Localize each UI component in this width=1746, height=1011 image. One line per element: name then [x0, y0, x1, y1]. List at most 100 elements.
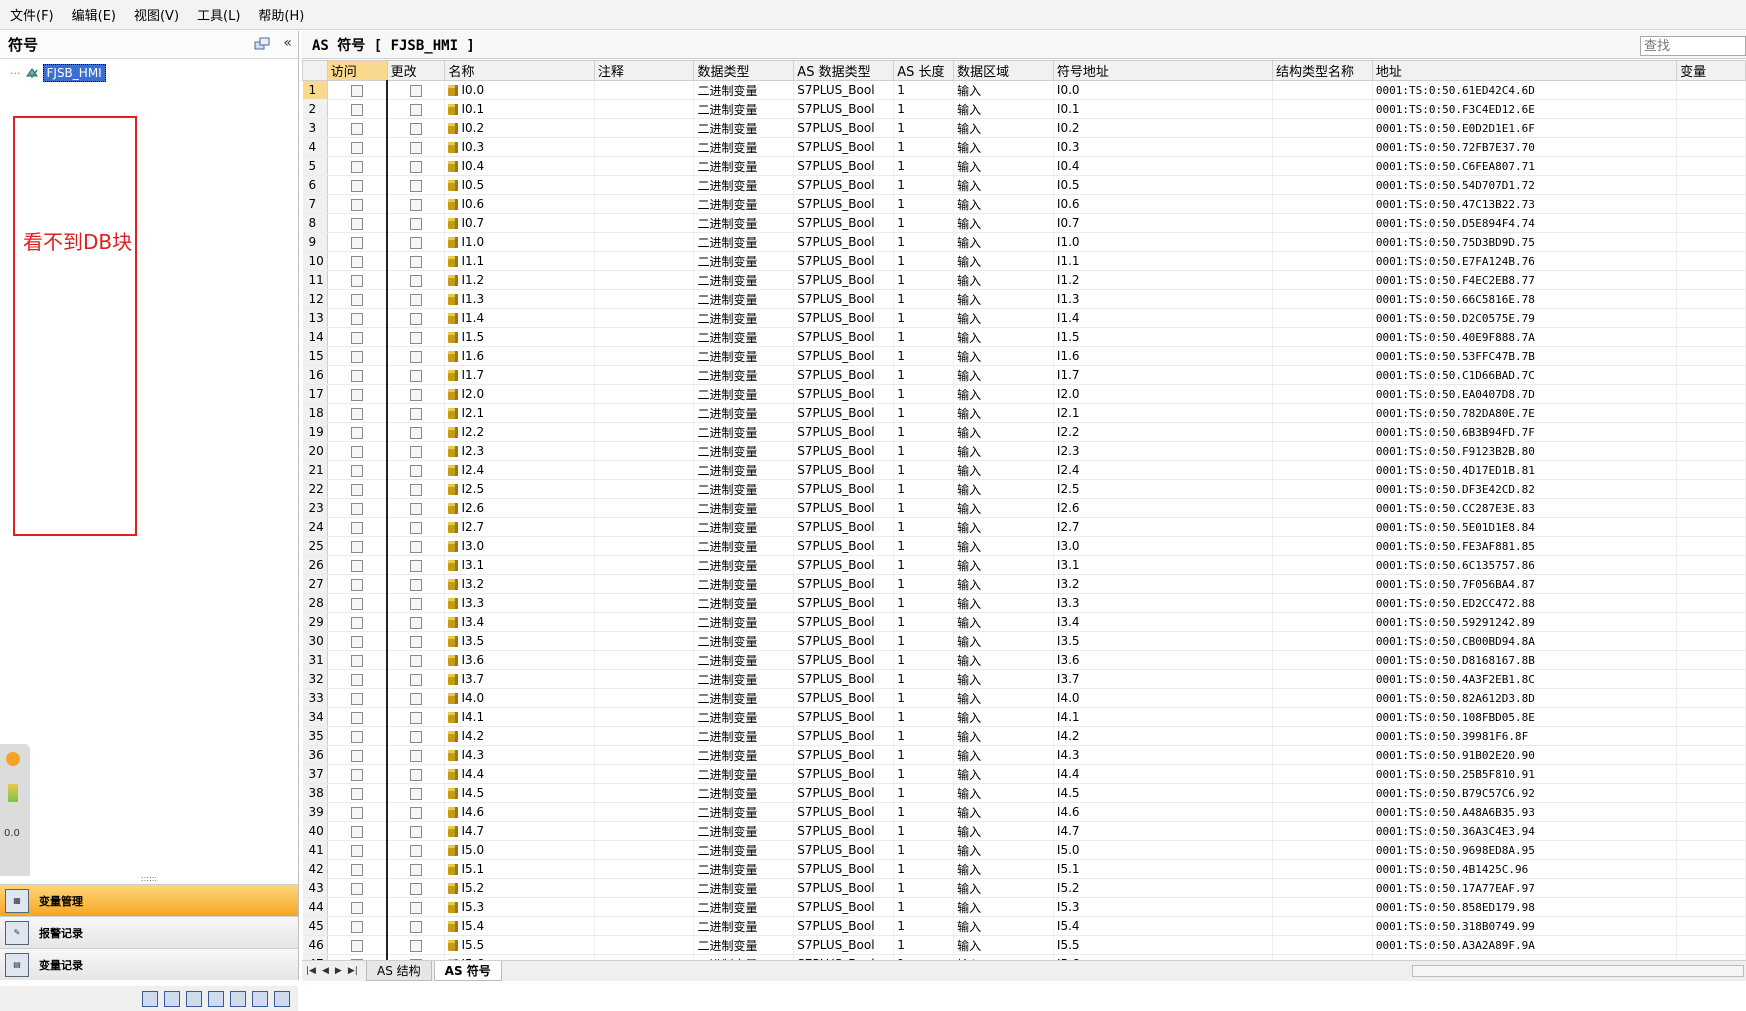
- table-row[interactable]: 39 I4.6 二进制变量 S7PLUS_Bool 1 输入 I4.6 0001:TS:0:5…: [302, 802, 1746, 822]
- tag-cell[interactable]: [1676, 194, 1746, 214]
- name-cell[interactable]: I2.4: [444, 460, 595, 480]
- table-row[interactable]: 4 I0.3 二进制变量 S7PLUS_Bool 1 输入 I0.3 0001:TS:0:50…: [302, 137, 1746, 157]
- symbol-address-cell[interactable]: I4.6: [1053, 802, 1274, 822]
- data-area-cell[interactable]: 输入: [953, 80, 1054, 100]
- tag-cell[interactable]: [1676, 555, 1746, 575]
- comment-cell[interactable]: [594, 270, 695, 290]
- address-cell[interactable]: 0001:TS:0:50.6B3B94FD.7F: [1372, 422, 1678, 442]
- change-cell[interactable]: [387, 441, 446, 461]
- change-cell[interactable]: [387, 365, 446, 385]
- change-cell[interactable]: [387, 764, 446, 784]
- data-area-cell[interactable]: 输入: [953, 308, 1054, 328]
- address-cell[interactable]: 0001:TS:0:50.82A612D3.8D: [1372, 688, 1678, 708]
- access-cell[interactable]: [327, 783, 389, 803]
- data-type-cell[interactable]: 二进制变量: [693, 707, 795, 727]
- symbol-address-cell[interactable]: I3.4: [1053, 612, 1274, 632]
- change-checkbox[interactable]: [410, 844, 423, 857]
- data-type-cell[interactable]: 二进制变量: [693, 840, 795, 860]
- access-checkbox[interactable]: [350, 844, 363, 857]
- symbol-address-cell[interactable]: I0.2: [1053, 118, 1274, 138]
- as-data-type-cell[interactable]: S7PLUS_Bool: [793, 707, 895, 727]
- access-checkbox[interactable]: [350, 160, 363, 173]
- address-cell[interactable]: 0001:TS:0:50.59291242.89: [1372, 612, 1678, 632]
- as-data-type-cell[interactable]: S7PLUS_Bool: [793, 118, 895, 138]
- address-cell[interactable]: 0001:TS:0:50.ED2CC472.88: [1372, 593, 1678, 613]
- name-cell[interactable]: I5.1: [444, 859, 595, 879]
- access-cell[interactable]: [327, 555, 389, 575]
- data-area-cell[interactable]: 输入: [953, 707, 1054, 727]
- tag-cell[interactable]: [1676, 403, 1746, 423]
- as-length-cell[interactable]: 1: [893, 365, 955, 385]
- name-cell[interactable]: I5.5: [444, 935, 595, 955]
- data-type-cell[interactable]: 二进制变量: [693, 137, 795, 157]
- struct-type-cell[interactable]: [1272, 232, 1373, 252]
- row-number[interactable]: 39: [302, 802, 328, 822]
- change-cell[interactable]: [387, 175, 446, 195]
- tag-cell[interactable]: [1676, 365, 1746, 385]
- access-cell[interactable]: [327, 612, 389, 632]
- name-cell[interactable]: I3.0: [444, 536, 595, 556]
- name-cell[interactable]: I0.1: [444, 99, 595, 119]
- row-number[interactable]: 6: [302, 175, 328, 195]
- tag-cell[interactable]: [1676, 517, 1746, 537]
- change-cell[interactable]: [387, 232, 446, 252]
- as-data-type-cell[interactable]: S7PLUS_Bool: [793, 840, 895, 860]
- table-row[interactable]: 18 I2.1 二进制变量 S7PLUS_Bool 1 输入 I2.1 0001:TS:0:5…: [302, 403, 1746, 423]
- access-cell[interactable]: [327, 403, 389, 423]
- data-area-cell[interactable]: 输入: [953, 669, 1054, 689]
- data-area-cell[interactable]: 输入: [953, 327, 1054, 347]
- row-number[interactable]: 16: [302, 365, 328, 385]
- address-cell[interactable]: 0001:TS:0:50.4B1425C.96: [1372, 859, 1678, 879]
- as-length-cell[interactable]: 1: [893, 878, 955, 898]
- tag-cell[interactable]: [1676, 707, 1746, 727]
- access-checkbox[interactable]: [350, 312, 363, 325]
- data-area-cell[interactable]: 输入: [953, 574, 1054, 594]
- change-checkbox[interactable]: [410, 787, 423, 800]
- data-type-cell[interactable]: 二进制变量: [693, 308, 795, 328]
- comment-cell[interactable]: [594, 897, 695, 917]
- row-number[interactable]: 14: [302, 327, 328, 347]
- symbol-address-cell[interactable]: I0.3: [1053, 137, 1274, 157]
- struct-type-cell[interactable]: [1272, 384, 1373, 404]
- tag-cell[interactable]: [1676, 479, 1746, 499]
- as-length-cell[interactable]: 1: [893, 593, 955, 613]
- change-checkbox[interactable]: [410, 103, 423, 116]
- symbol-address-cell[interactable]: I2.6: [1053, 498, 1274, 518]
- struct-type-cell[interactable]: [1272, 688, 1373, 708]
- menu-view[interactable]: 视图(V): [130, 3, 183, 26]
- symbol-address-cell[interactable]: I5.3: [1053, 897, 1274, 917]
- name-cell[interactable]: I5.2: [444, 878, 595, 898]
- symbol-address-cell[interactable]: I1.5: [1053, 327, 1274, 347]
- data-type-cell[interactable]: 二进制变量: [693, 479, 795, 499]
- tag-cell[interactable]: [1676, 460, 1746, 480]
- change-checkbox[interactable]: [410, 825, 423, 838]
- name-cell[interactable]: I1.3: [444, 289, 595, 309]
- address-cell[interactable]: 0001:TS:0:50.F3C4ED12.6E: [1372, 99, 1678, 119]
- struct-type-cell[interactable]: [1272, 99, 1373, 119]
- symbol-address-cell[interactable]: I4.3: [1053, 745, 1274, 765]
- access-checkbox[interactable]: [350, 464, 363, 477]
- struct-type-cell[interactable]: [1272, 802, 1373, 822]
- as-length-cell[interactable]: 1: [893, 783, 955, 803]
- access-checkbox[interactable]: [350, 787, 363, 800]
- as-data-type-cell[interactable]: S7PLUS_Bool: [793, 669, 895, 689]
- access-cell[interactable]: [327, 441, 389, 461]
- name-cell[interactable]: I0.7: [444, 213, 595, 233]
- tag-cell[interactable]: [1676, 878, 1746, 898]
- row-number[interactable]: 30: [302, 631, 328, 651]
- tag-cell[interactable]: [1676, 289, 1746, 309]
- data-type-cell[interactable]: 二进制变量: [693, 498, 795, 518]
- address-cell[interactable]: 0001:TS:0:50.FE3AF881.85: [1372, 536, 1678, 556]
- tag-cell[interactable]: [1676, 859, 1746, 879]
- comment-cell[interactable]: [594, 916, 695, 936]
- data-area-cell[interactable]: 输入: [953, 99, 1054, 119]
- table-row[interactable]: 37 I4.4 二进制变量 S7PLUS_Bool 1 输入 I4.4 0001:TS:0:5…: [302, 764, 1746, 784]
- nav-alarm-logging[interactable]: ✎ 报警记录: [0, 916, 298, 948]
- change-cell[interactable]: [387, 137, 446, 157]
- tag-cell[interactable]: [1676, 270, 1746, 290]
- comment-cell[interactable]: [594, 517, 695, 537]
- change-cell[interactable]: [387, 327, 446, 347]
- data-type-cell[interactable]: 二进制变量: [693, 897, 795, 917]
- struct-type-cell[interactable]: [1272, 498, 1373, 518]
- access-checkbox[interactable]: [350, 559, 363, 572]
